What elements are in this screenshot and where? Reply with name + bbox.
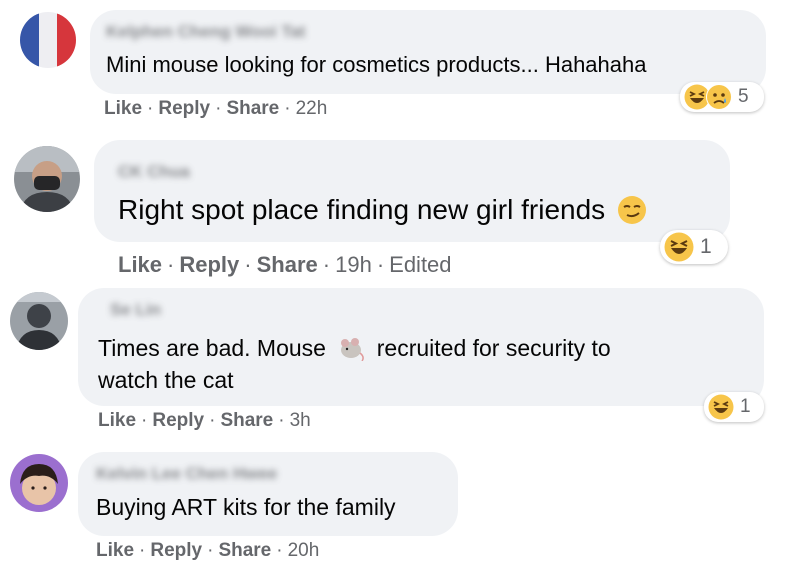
reply-button[interactable]: Reply (150, 540, 202, 561)
comment-actions: Like · Reply · Share · 22h (104, 98, 327, 120)
comment-text-part: recruited for security to (376, 335, 611, 361)
comment-1: Kelphen Cheng Wooi Tat Mini mouse lookin… (0, 0, 800, 130)
comment-text: Buying ART kits for the family (96, 494, 396, 520)
share-button[interactable]: Share (226, 98, 279, 119)
comment-text: Mini mouse looking for cosmetics product… (106, 52, 647, 77)
timestamp[interactable]: 3h (290, 410, 311, 431)
separator: · (207, 540, 214, 561)
comment-2: CK Chua Right spot place finding new gir… (0, 130, 800, 280)
timestamp[interactable]: 19h (335, 252, 372, 277)
comment-actions: Like · Reply · Share · 20h (96, 540, 319, 562)
separator: · (141, 410, 148, 431)
avatar[interactable] (10, 292, 68, 350)
comment-text: Times are bad. Mouse recruited for secur… (98, 332, 611, 396)
comment-actions: Like · Reply · Share · 19h · Edited (118, 252, 452, 278)
share-button[interactable]: Share (220, 410, 273, 431)
avatar[interactable] (10, 454, 68, 512)
comment-bubble (94, 140, 730, 242)
comment-text-line-2: watch the cat (98, 367, 234, 393)
reply-button[interactable]: Reply (152, 410, 204, 431)
comment-actions: Like · Reply · Share · 3h (98, 410, 311, 432)
reaction-summary[interactable]: 5 (680, 82, 764, 112)
laugh-reaction-icon (664, 232, 694, 262)
separator: · (209, 410, 216, 431)
comment-text: Right spot place finding new girl friend… (118, 194, 647, 226)
comment-author[interactable]: Kelphen Cheng Wooi Tat (106, 22, 306, 42)
reaction-summary[interactable]: 1 (660, 230, 728, 264)
reaction-count: 1 (740, 396, 751, 417)
like-button[interactable]: Like (118, 252, 162, 277)
like-button[interactable]: Like (98, 410, 136, 431)
smirk-emoji-icon (617, 195, 647, 225)
reply-button[interactable]: Reply (179, 252, 239, 277)
separator: · (276, 540, 283, 561)
avatar[interactable] (14, 146, 80, 212)
mouse-emoji-icon (336, 335, 366, 361)
separator: · (167, 252, 175, 277)
separator: · (284, 98, 291, 119)
separator: · (322, 252, 331, 277)
reply-button[interactable]: Reply (158, 98, 210, 119)
separator: · (278, 410, 285, 431)
comment-text-part: Times are bad. Mouse (98, 335, 326, 361)
reaction-count: 5 (738, 86, 749, 107)
comment-author[interactable]: Kelvin Lee Chen Hwee (96, 464, 277, 484)
separator: · (376, 252, 385, 277)
edited-label[interactable]: Edited (389, 252, 451, 277)
comment-text-content: Right spot place finding new girl friend… (118, 194, 606, 225)
reaction-count: 1 (700, 235, 712, 258)
comment-3: Se Lin Times are bad. Mouse recruited fo… (0, 280, 800, 440)
separator: · (139, 540, 146, 561)
sad-reaction-icon (706, 84, 732, 110)
share-button[interactable]: Share (218, 540, 271, 561)
like-button[interactable]: Like (96, 540, 134, 561)
comment-4: Kelvin Lee Chen Hwee Buying ART kits for… (0, 440, 800, 567)
comment-text-line-1: Times are bad. Mouse recruited for secur… (98, 332, 611, 364)
separator: · (147, 98, 154, 119)
avatar[interactable] (20, 12, 76, 68)
comment-author[interactable]: Se Lin (110, 300, 161, 320)
laugh-reaction-icon (708, 394, 734, 420)
share-button[interactable]: Share (257, 252, 318, 277)
separator: · (215, 98, 222, 119)
timestamp[interactable]: 20h (288, 540, 320, 561)
timestamp[interactable]: 22h (296, 98, 328, 119)
separator: · (244, 252, 252, 277)
reaction-summary[interactable]: 1 (704, 392, 764, 422)
like-button[interactable]: Like (104, 98, 142, 119)
comment-author[interactable]: CK Chua (118, 162, 190, 182)
